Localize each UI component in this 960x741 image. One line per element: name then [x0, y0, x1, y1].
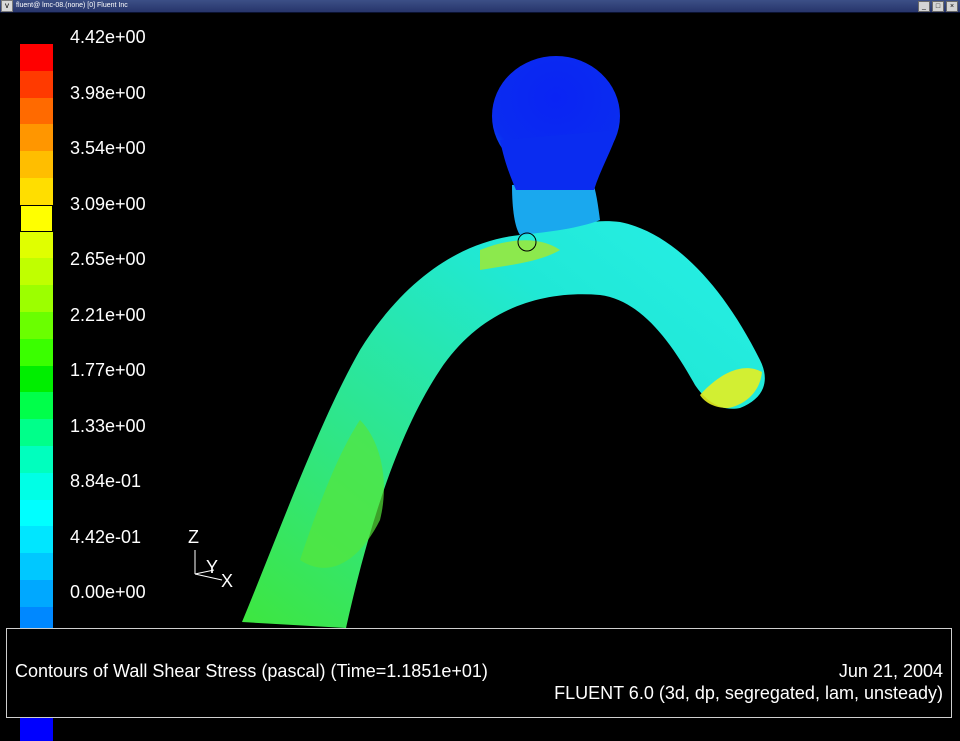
- legend-tick-label: 4.42e+00: [70, 27, 146, 47]
- legend-tick-label: 2.21e+00: [70, 304, 146, 325]
- status-footer: Contours of Wall Shear Stress (pascal) (…: [6, 628, 952, 718]
- legend-tick-label: 3.98e+00: [70, 82, 146, 103]
- legend-tick-label: 2.65e+00: [70, 249, 146, 269]
- legend-swatch: [20, 151, 53, 178]
- legend-tick-label: 3.09e+00: [70, 193, 146, 214]
- axis-label-y: Y: [206, 557, 219, 577]
- legend-tick-label: 4.42e-01: [70, 526, 142, 547]
- legend-swatch: [20, 311, 53, 339]
- legend-swatch: [20, 285, 53, 312]
- legend-swatch: [20, 204, 53, 232]
- legend-tick-label: 1.33e+00: [70, 415, 146, 436]
- legend-swatch: [20, 419, 53, 446]
- legend-swatch: [20, 177, 53, 205]
- legend-swatch: [20, 445, 53, 473]
- legend-swatch: [20, 392, 53, 420]
- legend-tick-label: 3.54e+00: [70, 138, 146, 158]
- plot-caption: Contours of Wall Shear Stress (pascal) (…: [15, 661, 488, 681]
- legend-swatch: [20, 258, 53, 286]
- legend-tick-label: 0.00e+00: [70, 582, 146, 602]
- legend-swatch: [20, 553, 53, 580]
- legend-swatch: [20, 579, 53, 607]
- legend-swatch: [20, 231, 53, 259]
- axes-triad: Z Y X: [186, 526, 246, 596]
- legend-swatch: [20, 526, 53, 554]
- legend-swatch: [20, 70, 53, 98]
- legend-tick-label: 1.77e+00: [70, 360, 146, 380]
- legend-tick-label: 8.84e-01: [70, 471, 142, 491]
- legend-swatch: [20, 472, 53, 500]
- legend-swatch: [20, 124, 53, 152]
- axis-label-x: X: [221, 571, 234, 591]
- legend-swatch: [20, 44, 53, 71]
- aneurysm-lower: [500, 130, 618, 190]
- legend-swatch: [20, 338, 53, 366]
- legend-swatch: [20, 97, 53, 125]
- legend-swatch: [20, 499, 53, 527]
- legend-swatch: [20, 365, 53, 393]
- plot-date: Jun 21, 2004: [838, 661, 943, 681]
- axis-label-z: Z: [188, 527, 199, 547]
- solver-version: FLUENT 6.0 (3d, dp, segregated, lam, uns…: [554, 683, 943, 703]
